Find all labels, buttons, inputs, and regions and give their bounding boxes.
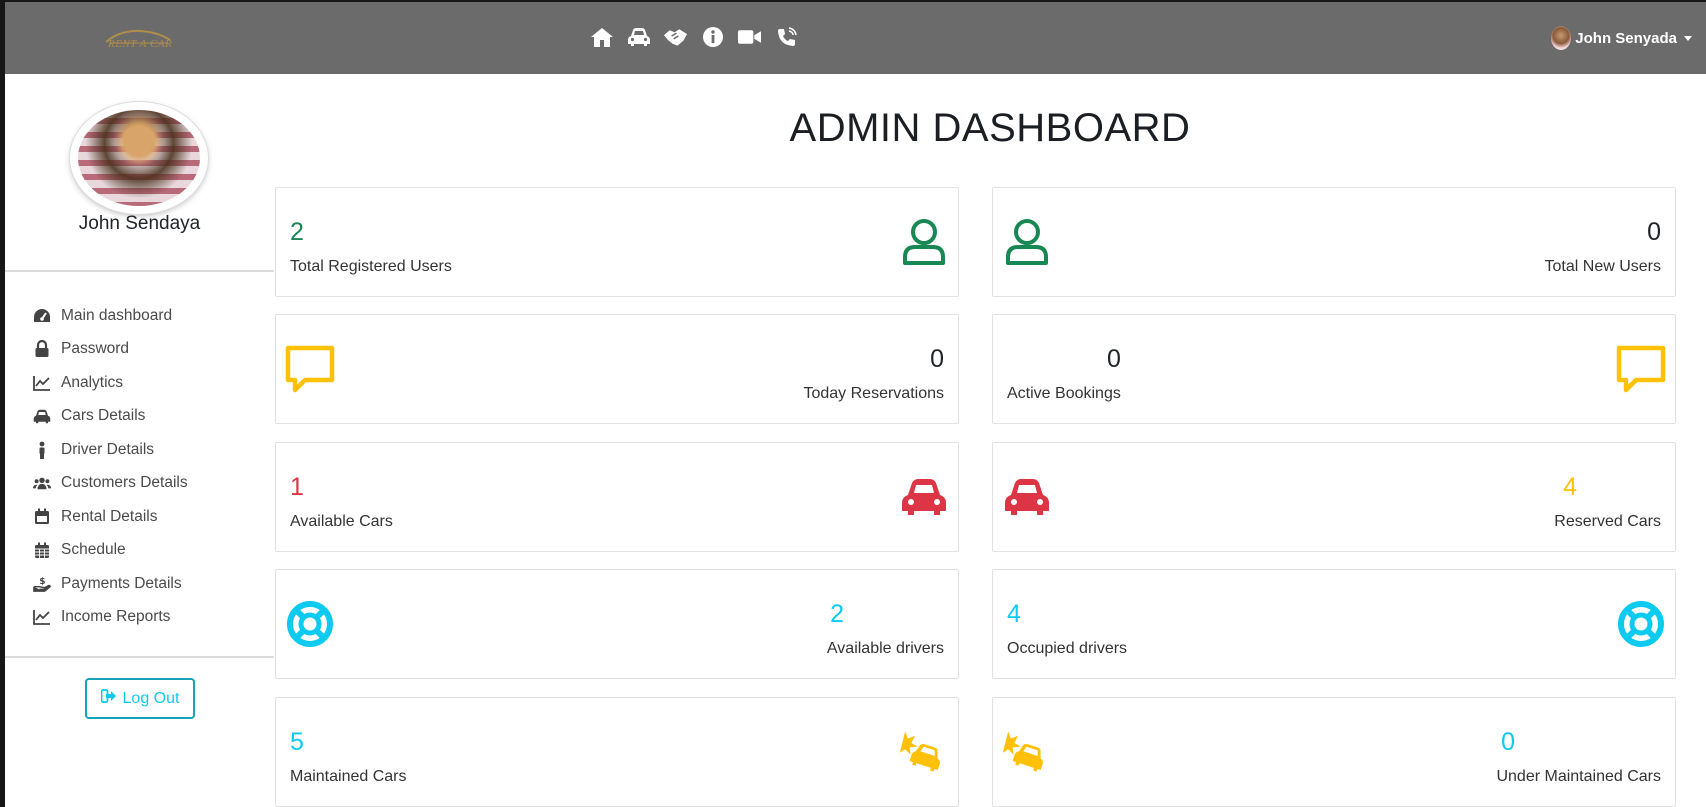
- avatar: [1551, 26, 1572, 50]
- sidebar-item-label: Customers Details: [61, 474, 188, 492]
- stat-label: Occupied drivers: [1007, 640, 1128, 657]
- sidebar-item-cars-details[interactable]: Cars Details: [33, 400, 188, 434]
- car-icon[interactable]: [626, 24, 651, 49]
- car-icon: [1001, 471, 1053, 523]
- hand-dollar-icon: $: [33, 575, 51, 593]
- sidebar-item-label: Main dashboard: [61, 306, 173, 324]
- stat-label: Under Maintained Cars: [1496, 768, 1661, 785]
- calendar-grid-icon: [33, 541, 51, 559]
- stat-card-occupied-drivers[interactable]: 4 Occupied drivers: [992, 569, 1676, 679]
- sidebar-item-payments-details[interactable]: $ Payments Details: [33, 567, 188, 601]
- sidebar-item-analytics[interactable]: Analytics: [33, 366, 188, 400]
- stat-value: 1: [290, 473, 304, 501]
- top-navbar: RENT A CAR John Senyada: [5, 2, 1706, 74]
- line-chart-icon: [33, 608, 51, 626]
- sidebar-item-label: Password: [61, 340, 130, 358]
- stat-card-reserved-cars[interactable]: 4 Reserved Cars: [992, 442, 1676, 552]
- sidebar-menu: Main dashboard Password Analytics Cars D…: [33, 299, 188, 634]
- profile-name: John Sendaya: [78, 213, 201, 234]
- stat-value: 4: [1007, 600, 1021, 628]
- sidebar-item-customers-details[interactable]: Customers Details: [33, 467, 188, 501]
- stat-label: Available drivers: [826, 640, 944, 657]
- profile-avatar: [70, 102, 208, 214]
- user-icon: [898, 216, 950, 268]
- stat-label: Total Registered Users: [290, 258, 452, 275]
- stat-value: 0: [1647, 218, 1661, 246]
- stat-label: Reserved Cars: [1554, 513, 1661, 530]
- line-chart-icon: [33, 374, 51, 392]
- stat-value: 0: [1501, 728, 1515, 756]
- sidebar-item-rental-details[interactable]: Rental Details: [33, 500, 188, 534]
- brand-logo[interactable]: RENT A CAR: [100, 26, 178, 54]
- stat-label: Total New Users: [1544, 258, 1661, 275]
- stat-label: Maintained Cars: [290, 768, 407, 785]
- stat-card-active-bookings[interactable]: 0 Active Bookings: [992, 314, 1676, 424]
- lock-icon: [33, 340, 51, 358]
- comment-icon: [284, 343, 336, 395]
- user-dropdown[interactable]: John Senyada: [1551, 26, 1692, 50]
- sidebar-item-label: Driver Details: [61, 440, 155, 458]
- sidebar-item-label: Schedule: [61, 541, 126, 559]
- stat-label: Active Bookings: [1007, 385, 1121, 402]
- stat-card-total-new-users[interactable]: 0 Total New Users: [992, 187, 1676, 297]
- brand-text: RENT A CAR: [108, 38, 173, 50]
- sidebar-item-driver-details[interactable]: Driver Details: [33, 433, 188, 467]
- stat-card-today-reservations[interactable]: 0 Today Reservations: [275, 314, 959, 424]
- car-icon: [898, 471, 950, 523]
- handshake-icon[interactable]: [663, 24, 688, 49]
- stat-label: Available Cars: [290, 513, 393, 530]
- page-title: ADMIN DASHBOARD: [789, 106, 1191, 150]
- chevron-down-icon: [1684, 35, 1692, 41]
- stat-card-total-registered-users[interactable]: 2 Total Registered Users: [275, 187, 959, 297]
- sign-out-icon: [100, 689, 117, 708]
- sidebar-item-password[interactable]: Password: [33, 333, 188, 367]
- sidebar-item-schedule[interactable]: Schedule: [33, 534, 188, 568]
- sidebar-item-label: Rental Details: [61, 507, 158, 525]
- tachometer-icon: [33, 307, 51, 325]
- app-window: RENT A CAR John Senyada John Sendaya Mai…: [5, 2, 1706, 807]
- logout-label: Log Out: [122, 689, 180, 707]
- sidebar-item-main-dashboard[interactable]: Main dashboard: [33, 299, 188, 333]
- stat-card-available-cars[interactable]: 1 Available Cars: [275, 442, 959, 552]
- sidebar-item-income-reports[interactable]: Income Reports: [33, 601, 188, 635]
- sidebar-divider: [5, 656, 274, 658]
- users-icon: [33, 474, 51, 492]
- car-crash-icon: [898, 726, 950, 778]
- user-name: John Senyada: [1575, 29, 1677, 47]
- stat-label: Today Reservations: [803, 385, 944, 402]
- stat-card-maintained-cars[interactable]: 5 Maintained Cars: [275, 697, 959, 807]
- car-crash-icon: [1001, 726, 1053, 778]
- sidebar: John Sendaya Main dashboard Password Ana…: [5, 74, 274, 807]
- stat-value: 2: [830, 600, 844, 628]
- person-icon: [33, 441, 51, 459]
- stat-card-available-drivers[interactable]: 2 Available drivers: [275, 569, 959, 679]
- phone-icon[interactable]: [774, 24, 799, 49]
- sidebar-item-label: Analytics: [61, 373, 124, 391]
- life-ring-icon: [284, 598, 336, 650]
- sidebar-divider: [5, 270, 274, 272]
- calendar-icon: [33, 508, 51, 526]
- comment-icon: [1615, 343, 1667, 395]
- stat-value: 0: [1107, 345, 1121, 373]
- stat-value: 5: [290, 728, 304, 756]
- stat-value: 2: [290, 218, 304, 246]
- svg-text:$: $: [39, 577, 45, 587]
- home-icon[interactable]: [589, 24, 614, 49]
- logout-button[interactable]: Log Out: [85, 678, 195, 719]
- stat-card-under-maintained-cars[interactable]: 0 Under Maintained Cars: [992, 697, 1676, 807]
- info-icon[interactable]: [700, 24, 725, 49]
- sidebar-item-label: Payments Details: [61, 574, 182, 592]
- sidebar-item-label: Cars Details: [61, 407, 146, 425]
- sidebar-item-label: Income Reports: [61, 608, 171, 626]
- car-icon: [33, 407, 51, 425]
- video-icon[interactable]: [737, 24, 762, 49]
- stat-value: 4: [1563, 473, 1577, 501]
- user-icon: [1001, 216, 1053, 268]
- life-ring-icon: [1615, 598, 1667, 650]
- nav-icon-group: [589, 24, 799, 49]
- stat-value: 0: [930, 345, 944, 373]
